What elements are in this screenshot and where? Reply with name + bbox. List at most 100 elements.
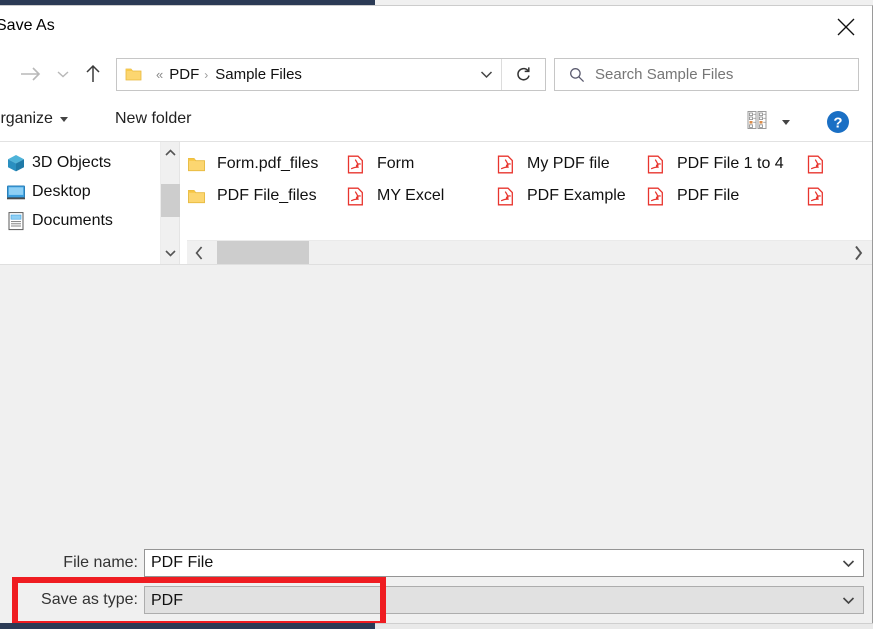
pdf-file-icon (807, 187, 833, 206)
organize-button[interactable]: Organize (0, 110, 68, 128)
folder-icon (125, 67, 142, 82)
scrollbar-thumb[interactable] (217, 241, 309, 264)
pdf-file-icon (807, 155, 833, 174)
close-button[interactable] (820, 6, 872, 48)
file-name-input[interactable] (145, 554, 833, 572)
taskbar-strip-bottom (0, 623, 375, 629)
folder-icon (187, 156, 213, 173)
change-view-button[interactable] (746, 109, 790, 136)
search-input[interactable] (595, 66, 858, 83)
pdf-file-icon (647, 187, 673, 206)
file-name-dropdown-button[interactable] (833, 550, 863, 576)
sidebar-item-documents[interactable]: Documents (0, 206, 160, 235)
desktop-icon (6, 182, 32, 202)
refresh-button[interactable] (501, 59, 545, 90)
breadcrumb-item-sample-files[interactable]: Sample Files (215, 66, 302, 83)
organize-label: Organize (0, 110, 53, 128)
search-box[interactable] (554, 58, 859, 91)
sidebar-item-3d-objects[interactable]: 3D Objects (0, 148, 160, 177)
refresh-icon (515, 66, 532, 84)
arrow-up-icon (84, 64, 102, 84)
chevron-left-icon (195, 246, 204, 260)
list-item[interactable] (807, 180, 847, 212)
list-item[interactable]: PDF File_files (187, 180, 347, 212)
recent-locations-button[interactable] (52, 62, 74, 86)
new-folder-button[interactable]: New folder (115, 110, 191, 128)
save-as-type-label: Save as type: (0, 591, 138, 609)
file-list-horizontal-scrollbar[interactable] (187, 240, 872, 264)
list-item[interactable]: Form.pdf_files (187, 148, 347, 180)
file-column: PDF File 1 to 4 PDF File (647, 148, 807, 212)
pdf-file-icon (497, 155, 523, 174)
file-column: Form MY Excel (347, 148, 497, 212)
list-item[interactable]: PDF File (647, 180, 807, 212)
breadcrumb: « PDF › Sample Files (117, 59, 471, 90)
3d-objects-icon (6, 153, 32, 173)
scrollbar-thumb[interactable] (161, 184, 180, 217)
file-name: PDF File_files (217, 187, 317, 205)
file-columns: Form.pdf_files PDF File_files (187, 148, 847, 212)
documents-icon (6, 211, 32, 231)
save-as-dialog-screen: Save As (0, 0, 873, 629)
breadcrumb-overflow[interactable]: « (156, 67, 163, 82)
svg-text:?: ? (833, 115, 842, 132)
navigation-pane-scrollbar[interactable] (160, 142, 179, 264)
scroll-right-button[interactable] (846, 241, 870, 264)
chevron-down-icon (165, 249, 176, 257)
dialog-titlebar: Save As (0, 6, 872, 48)
breadcrumb-dropdown-button[interactable] (471, 59, 501, 90)
arrow-right-icon (20, 66, 42, 82)
help-icon: ? (826, 110, 850, 134)
list-item[interactable] (807, 148, 847, 180)
breadcrumb-bar[interactable]: « PDF › Sample Files (116, 58, 546, 91)
forward-button[interactable] (18, 62, 44, 86)
save-as-type-dropdown-button[interactable] (833, 587, 863, 613)
list-item[interactable]: PDF File 1 to 4 (647, 148, 807, 180)
scroll-left-button[interactable] (187, 241, 211, 264)
taskbar-strip-bottom-right (375, 623, 873, 629)
search-icon (569, 67, 585, 83)
sidebar-item-label: Desktop (32, 183, 91, 201)
file-name: My PDF file (527, 155, 610, 173)
file-name: PDF Example (527, 187, 626, 205)
list-item[interactable]: MY Excel (347, 180, 497, 212)
file-column: My PDF file PDF Example (497, 148, 647, 212)
pane-splitter[interactable] (179, 142, 187, 264)
up-button[interactable] (80, 61, 106, 87)
file-name-label: File name: (0, 554, 138, 572)
sidebar-item-label: Documents (32, 212, 113, 230)
scroll-down-button[interactable] (161, 242, 180, 264)
pdf-file-icon (497, 187, 523, 206)
file-name: PDF File (677, 187, 739, 205)
list-item[interactable]: PDF Example (497, 180, 647, 212)
chevron-right-icon (854, 245, 863, 261)
pdf-file-icon (347, 155, 373, 174)
save-as-dialog: Save As (0, 5, 873, 623)
list-item[interactable]: Form (347, 148, 497, 180)
file-name-combo[interactable] (144, 549, 864, 577)
sidebar-item-desktop[interactable]: Desktop (0, 177, 160, 206)
new-folder-label: New folder (115, 110, 191, 127)
command-bar: Organize New folder (0, 100, 872, 142)
view-layout-icon (746, 109, 768, 136)
help-button[interactable]: ? (826, 110, 850, 139)
chevron-up-icon (165, 149, 176, 157)
file-name: PDF File 1 to 4 (677, 155, 784, 173)
file-column-clipped (807, 148, 847, 212)
file-name: MY Excel (377, 187, 444, 205)
chevron-down-icon (60, 117, 68, 122)
chevron-down-icon (57, 70, 69, 78)
scroll-up-button[interactable] (161, 142, 180, 164)
save-options-panel: File name: Save as type: PDF Author (0, 264, 872, 629)
file-list-pane[interactable]: Form.pdf_files PDF File_files (187, 142, 872, 264)
chevron-down-icon (782, 120, 790, 125)
list-item[interactable]: My PDF file (497, 148, 647, 180)
pdf-file-icon (647, 155, 673, 174)
chevron-down-icon (842, 596, 855, 605)
chevron-down-icon (480, 70, 493, 79)
file-name: Form.pdf_files (217, 155, 318, 173)
save-as-type-combo[interactable]: PDF (144, 586, 864, 614)
sidebar-item-label: 3D Objects (32, 154, 111, 172)
file-column: Form.pdf_files PDF File_files (187, 148, 347, 212)
breadcrumb-item-pdf[interactable]: PDF (169, 66, 199, 83)
